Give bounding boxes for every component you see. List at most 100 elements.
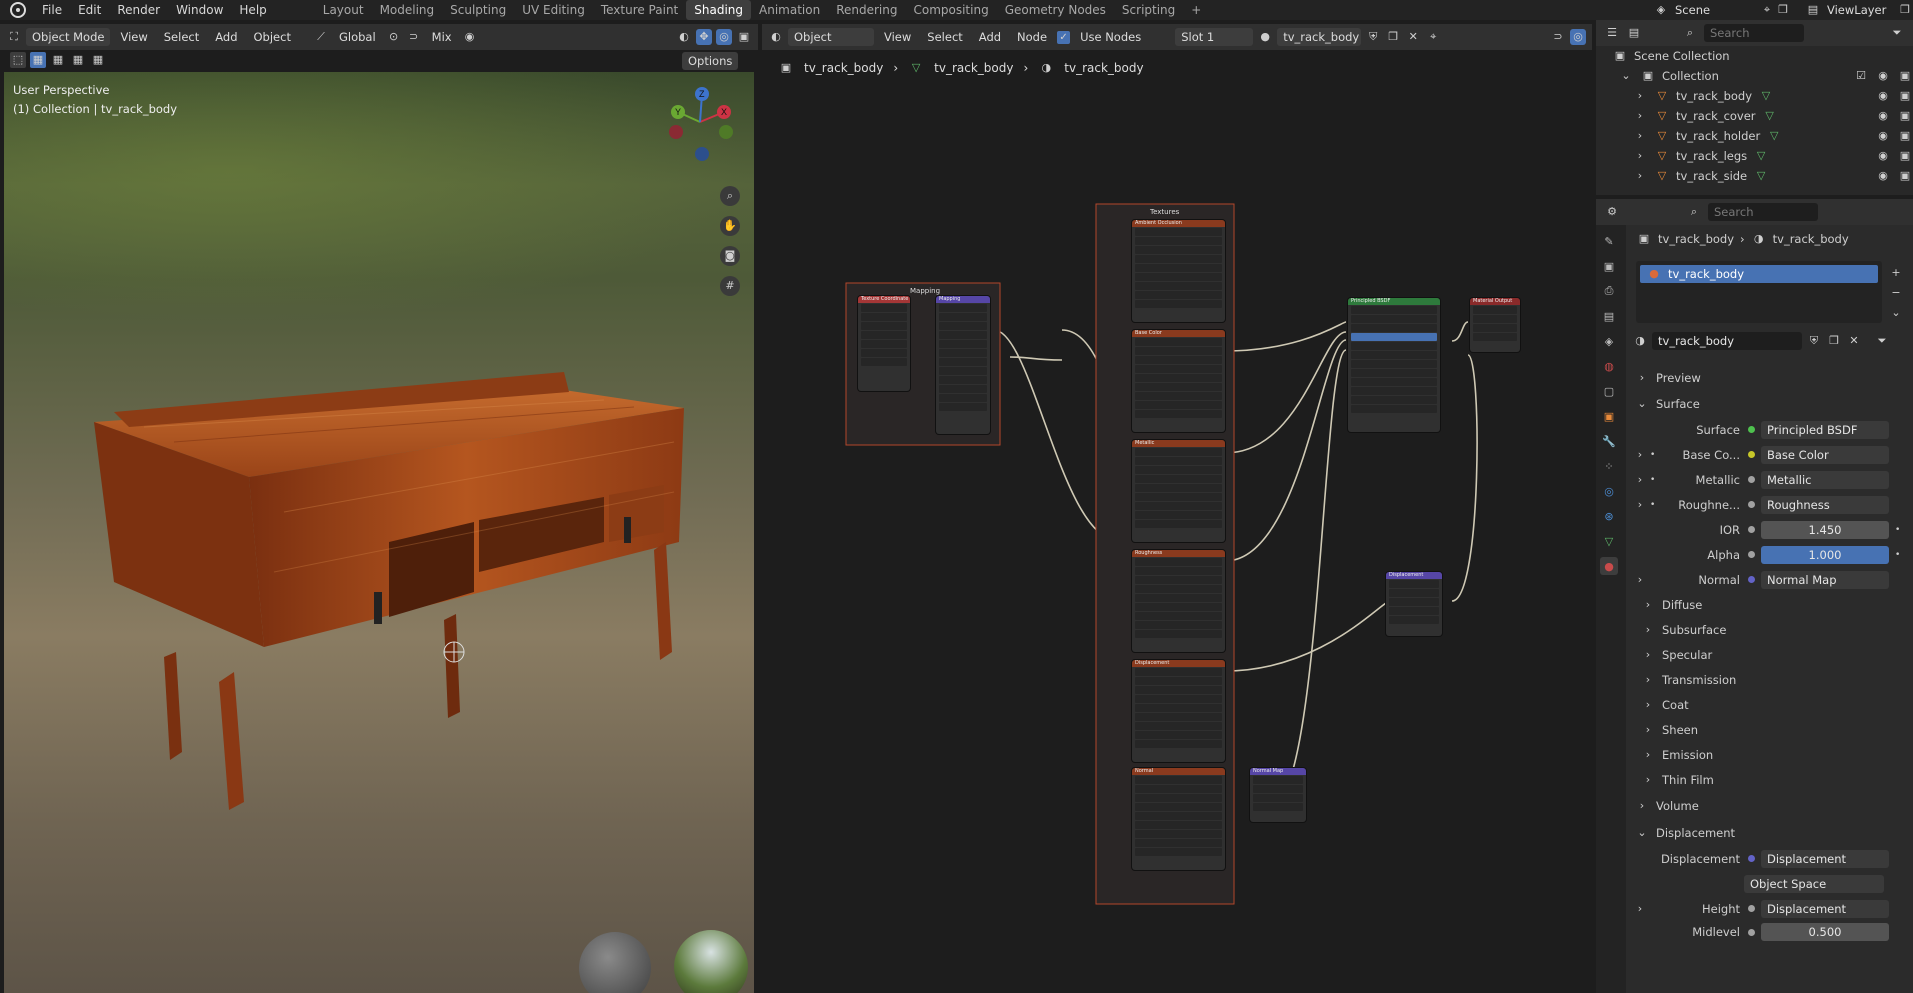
snap-icon[interactable]: ⊃ bbox=[406, 29, 422, 45]
socket-icon[interactable] bbox=[1748, 526, 1755, 533]
outliner-object-row[interactable]: › ▽ tv_rack_legs ▽ ◉ ▣ bbox=[1596, 146, 1913, 166]
displacement-field[interactable]: Displacement bbox=[1761, 849, 1889, 868]
subpanel-coat[interactable]: › Coat bbox=[1630, 692, 1913, 717]
duplicate-icon[interactable]: ❐ bbox=[1826, 333, 1842, 349]
data-tab-icon[interactable]: ▽ bbox=[1600, 532, 1618, 550]
workspace-tab-uv-editing[interactable]: UV Editing bbox=[514, 0, 593, 20]
material-browse-icon[interactable]: ◑ bbox=[1632, 333, 1648, 349]
constraints-tab-icon[interactable]: ⊛ bbox=[1600, 507, 1618, 525]
surface-input-field[interactable]: Principled BSDF bbox=[1761, 420, 1889, 439]
panel-volume[interactable]: › Volume bbox=[1630, 792, 1913, 819]
node-normal-map[interactable]: Normal Map bbox=[1250, 768, 1306, 822]
xray-icon[interactable]: ▣ bbox=[736, 29, 752, 45]
surface-input-field[interactable]: Metallic bbox=[1761, 470, 1889, 489]
panel-preview[interactable]: › Preview bbox=[1630, 365, 1913, 391]
eye-icon[interactable]: ◉ bbox=[1875, 128, 1891, 144]
display-mode-icon[interactable]: ▤ bbox=[1626, 25, 1642, 41]
workspace-tab-scripting[interactable]: Scripting bbox=[1114, 0, 1183, 20]
workspace-tab-rendering[interactable]: Rendering bbox=[828, 0, 905, 20]
node-principled-bsdf[interactable]: Principled BSDF bbox=[1348, 298, 1440, 432]
pan-hand-icon[interactable]: ✋ bbox=[720, 216, 740, 236]
midlevel-field[interactable]: 0.500 bbox=[1761, 923, 1889, 941]
keyframe-dot-icon[interactable]: • bbox=[1895, 550, 1900, 560]
object-tab-icon[interactable]: ▣ bbox=[1600, 407, 1618, 425]
chevron-right-icon[interactable]: › bbox=[1630, 472, 1650, 488]
eye-icon[interactable]: ◉ bbox=[1875, 148, 1891, 164]
height-field[interactable]: Displacement bbox=[1761, 899, 1889, 918]
surface-input-field[interactable]: Roughness bbox=[1761, 495, 1889, 514]
workspace-tab-modeling[interactable]: Modeling bbox=[372, 0, 443, 20]
chevron-right-icon[interactable]: › bbox=[1632, 168, 1648, 184]
view-layer-icon[interactable]: ▤ bbox=[1805, 2, 1821, 18]
viewport-scene[interactable] bbox=[4, 72, 754, 993]
workspace-tab-animation[interactable]: Animation bbox=[751, 0, 828, 20]
outliner-object-row[interactable]: › ▽ tv_rack_body ▽ ◉ ▣ bbox=[1596, 86, 1913, 106]
ior-field[interactable]: 1.450 bbox=[1761, 520, 1889, 539]
subpanel-diffuse[interactable]: › Diffuse bbox=[1630, 592, 1913, 617]
render-tab-icon[interactable]: ▣ bbox=[1600, 257, 1618, 275]
material-slot-list[interactable]: ● tv_rack_body bbox=[1636, 261, 1882, 323]
menu-window[interactable]: Window bbox=[168, 0, 231, 20]
socket-icon[interactable] bbox=[1748, 855, 1755, 862]
render-camera-icon[interactable]: ▣ bbox=[1897, 68, 1913, 84]
node-image-texture-displacement[interactable]: Displacement bbox=[1132, 660, 1225, 762]
navigation-gizmo[interactable]: X Y Z bbox=[660, 82, 740, 182]
render-camera-icon[interactable]: ▣ bbox=[1897, 108, 1913, 124]
add-slot-icon[interactable]: + bbox=[1888, 265, 1904, 281]
scene-selector[interactable]: Scene bbox=[1669, 3, 1759, 17]
subpanel-specular[interactable]: › Specular bbox=[1630, 642, 1913, 667]
socket-icon[interactable] bbox=[1748, 426, 1755, 433]
camera-icon[interactable]: ◙ bbox=[720, 246, 740, 266]
socket-icon[interactable] bbox=[1748, 451, 1755, 458]
subpanel-emission[interactable]: › Emission bbox=[1630, 742, 1913, 767]
workspace-tab-texture-paint[interactable]: Texture Paint bbox=[593, 0, 686, 20]
node-image-texture-metallic[interactable]: Metallic bbox=[1132, 440, 1225, 542]
chevron-right-icon[interactable]: › bbox=[1632, 128, 1648, 144]
socket-icon[interactable] bbox=[1748, 905, 1755, 912]
properties-editor-icon[interactable]: ⚙ bbox=[1604, 204, 1620, 220]
normal-field[interactable]: Normal Map bbox=[1761, 570, 1889, 589]
pivot-icon[interactable]: ⊙ bbox=[386, 29, 402, 45]
link-filter-icon[interactable]: ⏷ bbox=[1874, 333, 1890, 349]
node-material-output[interactable]: Material Output bbox=[1470, 298, 1520, 352]
physics-tab-icon[interactable]: ◎ bbox=[1600, 482, 1618, 500]
modifier-tab-icon[interactable]: 🔧 bbox=[1600, 432, 1618, 450]
proportional-edit-icon[interactable]: ◉ bbox=[462, 29, 478, 45]
orientation-icon[interactable]: ⟋ bbox=[313, 29, 329, 45]
socket-icon[interactable] bbox=[1748, 928, 1755, 936]
select-invert-icon[interactable]: ▦ bbox=[90, 52, 106, 68]
chevron-right-icon[interactable]: › bbox=[1630, 572, 1650, 588]
material-tab-icon[interactable]: ● bbox=[1600, 557, 1618, 575]
alpha-field[interactable]: 1.000 bbox=[1761, 545, 1889, 564]
subpanel-sheen[interactable]: › Sheen bbox=[1630, 717, 1913, 742]
options-dropdown[interactable]: Options bbox=[682, 52, 739, 70]
ortho-grid-icon[interactable]: # bbox=[720, 276, 740, 296]
view-layer-copy-icon[interactable]: ❐ bbox=[1897, 2, 1913, 18]
orientation-dropdown[interactable]: Global bbox=[333, 30, 382, 44]
overlay-icon[interactable]: ◎ bbox=[716, 29, 732, 45]
eye-icon[interactable]: ◉ bbox=[1875, 88, 1891, 104]
outliner-scene-collection[interactable]: ▣ Scene Collection bbox=[1596, 46, 1913, 66]
properties-search-input[interactable]: Search bbox=[1708, 203, 1818, 221]
gizmo-icon[interactable]: ✥ bbox=[696, 29, 712, 45]
menu-edit[interactable]: Edit bbox=[70, 0, 109, 20]
collection-checkbox-icon[interactable]: ☑ bbox=[1853, 68, 1869, 84]
node-image-texture-ao[interactable]: Ambient Occlusion bbox=[1132, 220, 1225, 322]
space-dropdown[interactable]: Object Space bbox=[1744, 874, 1884, 893]
outliner-object-row[interactable]: › ▽ tv_rack_side ▽ ◉ ▣ bbox=[1596, 166, 1913, 186]
scene-tab-icon[interactable]: ◈ bbox=[1600, 332, 1618, 350]
viewport-menu-view[interactable]: View bbox=[114, 30, 153, 44]
workspace-tab-shading[interactable]: Shading bbox=[686, 0, 751, 20]
node-mapping[interactable]: Mapping bbox=[936, 296, 990, 434]
collection-tab-icon[interactable]: ▢ bbox=[1600, 382, 1618, 400]
workspace-tab-sculpting[interactable]: Sculpting bbox=[442, 0, 514, 20]
visibility-icon[interactable]: ◐ bbox=[676, 29, 692, 45]
filter-icon[interactable]: ⏷ bbox=[1889, 25, 1905, 41]
zoom-icon[interactable]: ⌕ bbox=[720, 186, 740, 206]
3d-viewport[interactable]: ⛶ Object Mode View Select Add Object ⟋ G… bbox=[0, 20, 758, 993]
outliner-collection[interactable]: ⌄ ▣ Collection ☑ ◉ ▣ bbox=[1596, 66, 1913, 86]
node-displacement[interactable]: Displacement bbox=[1386, 572, 1442, 636]
viewport-menu-add[interactable]: Add bbox=[209, 30, 243, 44]
snap-dropdown[interactable]: Mix bbox=[426, 30, 458, 44]
outliner-editor-icon[interactable]: ☰ bbox=[1604, 25, 1620, 41]
